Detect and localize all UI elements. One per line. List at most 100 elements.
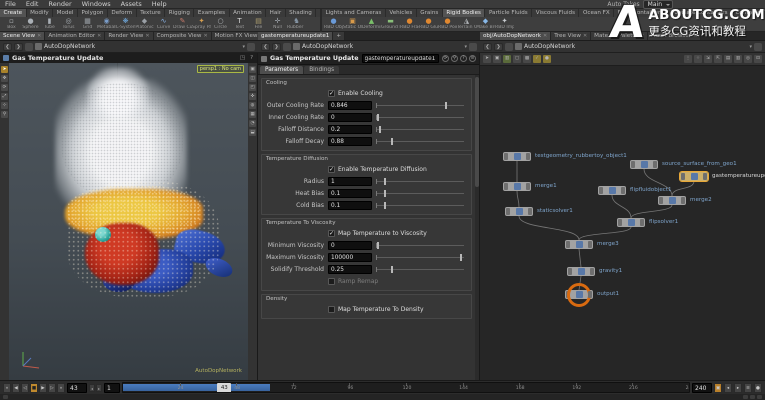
pin-icon[interactable]: ⚲	[451, 55, 458, 62]
viewport-tool-icon[interactable]: ➤	[1, 66, 8, 73]
viewport-display-icon[interactable]: ◔	[249, 120, 256, 127]
transport-button[interactable]: ◁	[21, 383, 29, 393]
viewport-header-menu-icon[interactable]: ◳	[239, 55, 246, 61]
slider-handle[interactable]	[445, 102, 447, 109]
param-value-field[interactable]: 0	[328, 113, 372, 122]
param-slider[interactable]	[376, 177, 464, 186]
network-toolbar-icon[interactable]: ●	[543, 55, 551, 63]
forward-button[interactable]: ❯	[14, 43, 23, 51]
param-slider[interactable]	[376, 265, 464, 274]
network-node[interactable]: merge1	[503, 182, 531, 191]
transport-button[interactable]: ■	[30, 383, 38, 393]
param-value-field[interactable]: 100000	[328, 253, 372, 262]
path-location[interactable]: AutoDopNetwork	[44, 43, 240, 50]
param-value-field[interactable]: 0.846	[328, 101, 372, 110]
shelf-tool[interactable]: ▫ Box	[2, 17, 21, 32]
param-value-field[interactable]: 0.25	[328, 265, 372, 274]
param-value-field[interactable]: 0	[328, 241, 372, 250]
network-node[interactable]: merge3	[565, 240, 593, 249]
pane-tab[interactable]: obj/AutoDopNetwork ✕	[480, 32, 551, 40]
shelf-tool[interactable]: ▤ File	[249, 17, 268, 32]
param-slider[interactable]	[376, 125, 464, 134]
shelf-tab[interactable]: Ocean FX	[579, 9, 614, 17]
network-toolbar-icon[interactable]: ➤	[483, 55, 491, 63]
refresh-icon[interactable]: ⟳	[442, 55, 449, 62]
playbar-option-button[interactable]: ◂	[724, 383, 732, 393]
end-frame-field[interactable]: 240	[692, 383, 712, 393]
checkbox[interactable]: ✓	[328, 166, 335, 173]
scrollbar[interactable]	[475, 75, 479, 380]
param-value-field[interactable]: 0.88	[328, 137, 372, 146]
shelf-tool[interactable]: ▮ Tube	[40, 17, 59, 32]
viewport-display-icon[interactable]: ▣	[249, 66, 256, 73]
shelf-tab[interactable]: Shading	[286, 9, 317, 17]
menu-item[interactable]: Help	[147, 0, 172, 9]
transport-button[interactable]: ▶	[39, 383, 47, 393]
slider-handle[interactable]	[377, 114, 379, 121]
viewport-display-icon[interactable]: ⬓	[249, 129, 256, 136]
viewport-tool-icon[interactable]: ⤢	[1, 93, 8, 100]
slider-handle[interactable]	[377, 242, 379, 249]
shelf-tool[interactable]: ✦ RBD Impac.	[495, 17, 514, 32]
network-toolbar-icon[interactable]: ▥	[503, 55, 511, 63]
slider-handle[interactable]	[384, 190, 386, 197]
close-icon[interactable]: ✕	[543, 32, 547, 41]
param-slider[interactable]	[376, 241, 464, 250]
chevron-down-icon[interactable]: ▾	[242, 44, 245, 50]
shelf-tab[interactable]: Vehicles	[386, 9, 417, 17]
network-toolbar-icon[interactable]: ⇲	[704, 55, 712, 63]
shelf-tool[interactable]: ◮ Terrain Obj	[457, 17, 476, 32]
network-toolbar-icon[interactable]: ⁘	[694, 55, 702, 63]
shelf-tool[interactable]: ◎ Torus	[59, 17, 78, 32]
playbar-option-button[interactable]: ≡	[744, 383, 752, 393]
param-value-field[interactable]: 1	[328, 177, 372, 186]
network-node[interactable]: output1	[565, 290, 593, 299]
shelf-tool[interactable]: ◉ Metaball	[97, 17, 116, 32]
shelf-tool[interactable]: ▦ Grid	[78, 17, 97, 32]
menu-item[interactable]: Windows	[77, 0, 116, 9]
network-toolbar-icon[interactable]: ◎	[744, 55, 752, 63]
shelf-tab[interactable]: Hair	[266, 9, 286, 17]
shelf-tab[interactable]: Deform	[108, 9, 137, 17]
param-slider[interactable]	[376, 137, 464, 146]
parameters-tab[interactable]: Parameters	[260, 66, 303, 74]
forward-button[interactable]: ❯	[272, 43, 281, 51]
shelf-tab[interactable]: Examples	[194, 9, 229, 17]
viewport-display-icon[interactable]: ▦	[249, 111, 256, 118]
playhead[interactable]: 43	[217, 383, 231, 393]
pin-icon[interactable]	[247, 43, 255, 51]
network-toolbar-icon[interactable]: ⋮	[684, 55, 692, 63]
transport-button[interactable]: «	[3, 383, 11, 393]
help-icon[interactable]: ?	[249, 55, 254, 61]
shelf-tool[interactable]: ● Sphere	[21, 17, 40, 32]
shelf-tool[interactable]: ○ Circle	[211, 17, 230, 32]
viewport-tool-icon[interactable]: ⊹	[1, 102, 8, 109]
pane-tab[interactable]: Scene View ✕	[0, 32, 45, 40]
shelf-tab[interactable]: Modify	[27, 9, 54, 17]
back-button[interactable]: ❮	[3, 43, 12, 51]
back-button[interactable]: ❮	[261, 43, 270, 51]
shelf-tool[interactable]: ✎ Draw Curve	[173, 17, 192, 32]
network-node[interactable]: flipfluidobject1	[598, 186, 626, 195]
playbar-option-button[interactable]: ▸	[734, 383, 742, 393]
pane-tab[interactable]: Animation Editor ✕	[45, 32, 105, 40]
playbar-option-button[interactable]: ●	[754, 383, 762, 393]
menu-item[interactable]: Edit	[21, 0, 44, 9]
shelf-tab[interactable]: Particle Fluids	[485, 9, 532, 17]
shelf-tab[interactable]: Create	[0, 9, 27, 17]
slider-handle[interactable]	[391, 266, 393, 273]
viewport-display-icon[interactable]: ◫	[249, 75, 256, 82]
pane-tab[interactable]: Render View ✕	[105, 32, 153, 40]
network-node[interactable]: source_surface_from_geo1	[630, 160, 658, 169]
new-tab-button[interactable]: +	[333, 32, 345, 40]
range-start-field[interactable]: 1	[104, 383, 120, 393]
pane-tab[interactable]: Composite View ✕	[154, 32, 212, 40]
lock-icon[interactable]	[505, 43, 513, 51]
network-node[interactable]: gastemperatureupdate1	[680, 172, 708, 181]
shelf-tool[interactable]: T Text	[230, 17, 249, 32]
menu-item[interactable]: File	[0, 0, 21, 9]
param-slider[interactable]	[376, 201, 464, 210]
param-slider[interactable]	[376, 113, 464, 122]
shelf-tool[interactable]: ▣ Static Obj.	[343, 17, 362, 32]
close-icon[interactable]: ✕	[37, 32, 41, 41]
